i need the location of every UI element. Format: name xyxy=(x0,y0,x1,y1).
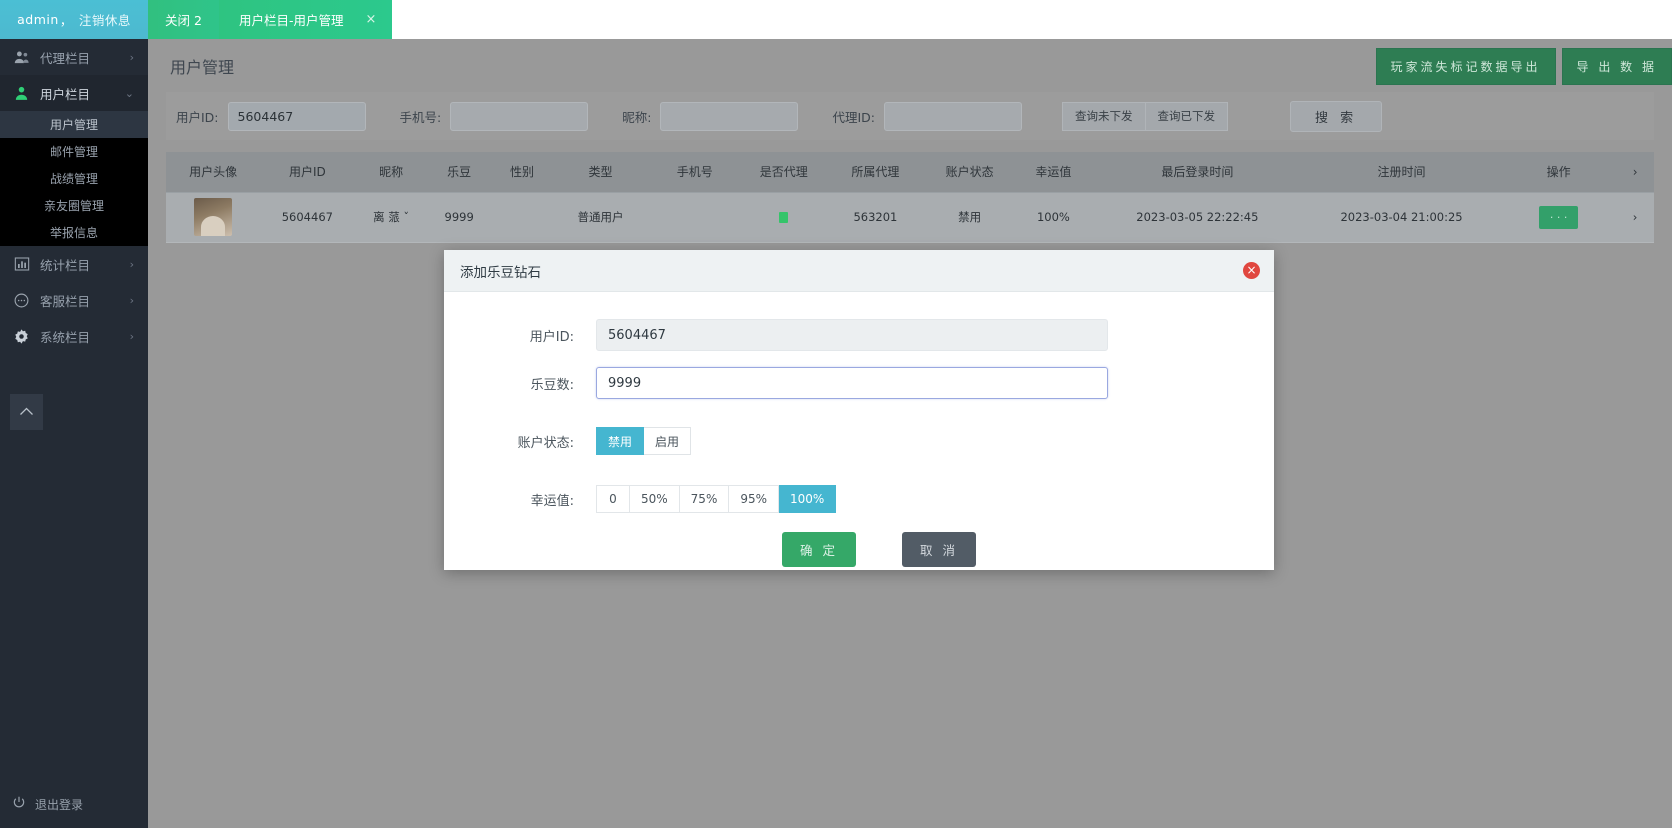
close-icon[interactable]: × xyxy=(1243,262,1260,279)
modal-header: 添加乐豆钻石 × xyxy=(444,250,1274,292)
status-option-disabled[interactable]: 禁用 xyxy=(596,427,644,455)
account-status-label: 账户状态: xyxy=(444,432,596,451)
luck-option-group: 0 50% 75% 95% 100% xyxy=(596,485,836,513)
modal-user-id-input[interactable]: 5604467 xyxy=(596,319,1108,351)
form-row-user-id: 用户ID: 5604467 xyxy=(444,312,1274,358)
form-row-account-status: 账户状态: 禁用 启用 xyxy=(444,418,1274,464)
modal-body: 用户ID: 5604467 乐豆数: 9999 账户状态: 禁用 启用 幸运值:… xyxy=(444,292,1274,567)
luck-option-0[interactable]: 0 xyxy=(596,485,630,513)
luck-option-95[interactable]: 95% xyxy=(729,485,779,513)
form-row-beans: 乐豆数: 9999 xyxy=(444,360,1274,406)
cancel-button[interactable]: 取 消 xyxy=(902,532,976,567)
account-status-toggle-group: 禁用 启用 xyxy=(596,427,691,455)
luck-option-75[interactable]: 75% xyxy=(680,485,730,513)
luck-label: 幸运值: xyxy=(444,490,596,509)
form-row-luck: 幸运值: 0 50% 75% 95% 100% xyxy=(444,476,1274,522)
modal-title: 添加乐豆钻石 xyxy=(460,261,541,281)
add-beans-diamond-modal: 添加乐豆钻石 × 用户ID: 5604467 乐豆数: 9999 账户状态: 禁… xyxy=(444,250,1274,570)
user-id-label: 用户ID: xyxy=(444,326,596,345)
confirm-button[interactable]: 确 定 xyxy=(782,532,856,567)
status-option-enabled[interactable]: 启用 xyxy=(644,427,691,455)
beans-label: 乐豆数: xyxy=(444,374,596,393)
luck-option-50[interactable]: 50% xyxy=(630,485,680,513)
modal-footer: 确 定 取 消 xyxy=(444,532,1274,567)
modal-beans-input[interactable]: 9999 xyxy=(596,367,1108,399)
luck-option-100[interactable]: 100% xyxy=(779,485,836,513)
